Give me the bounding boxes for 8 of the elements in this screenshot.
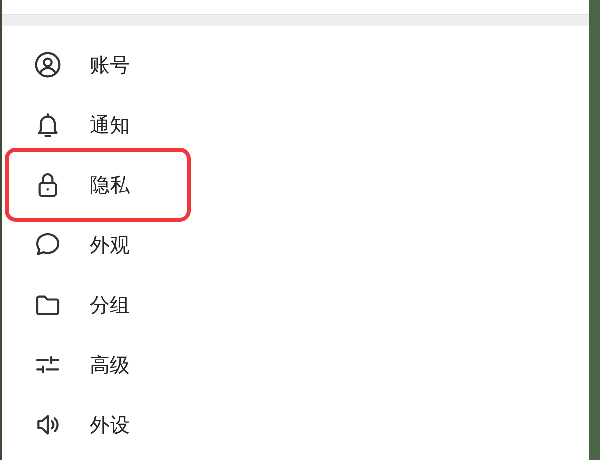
menu-item[interactable]: 账号 bbox=[12, 35, 184, 95]
menu-item[interactable]: 通知 bbox=[12, 95, 184, 155]
menu-item[interactable]: 外设 bbox=[12, 395, 184, 455]
menu-item[interactable]: 分组 bbox=[12, 275, 184, 335]
menu-item[interactable]: 高级 bbox=[12, 335, 184, 395]
menu-item[interactable]: 外观 bbox=[12, 215, 184, 275]
person-icon bbox=[34, 51, 62, 79]
menu-item[interactable]: 隐私 bbox=[12, 155, 184, 215]
